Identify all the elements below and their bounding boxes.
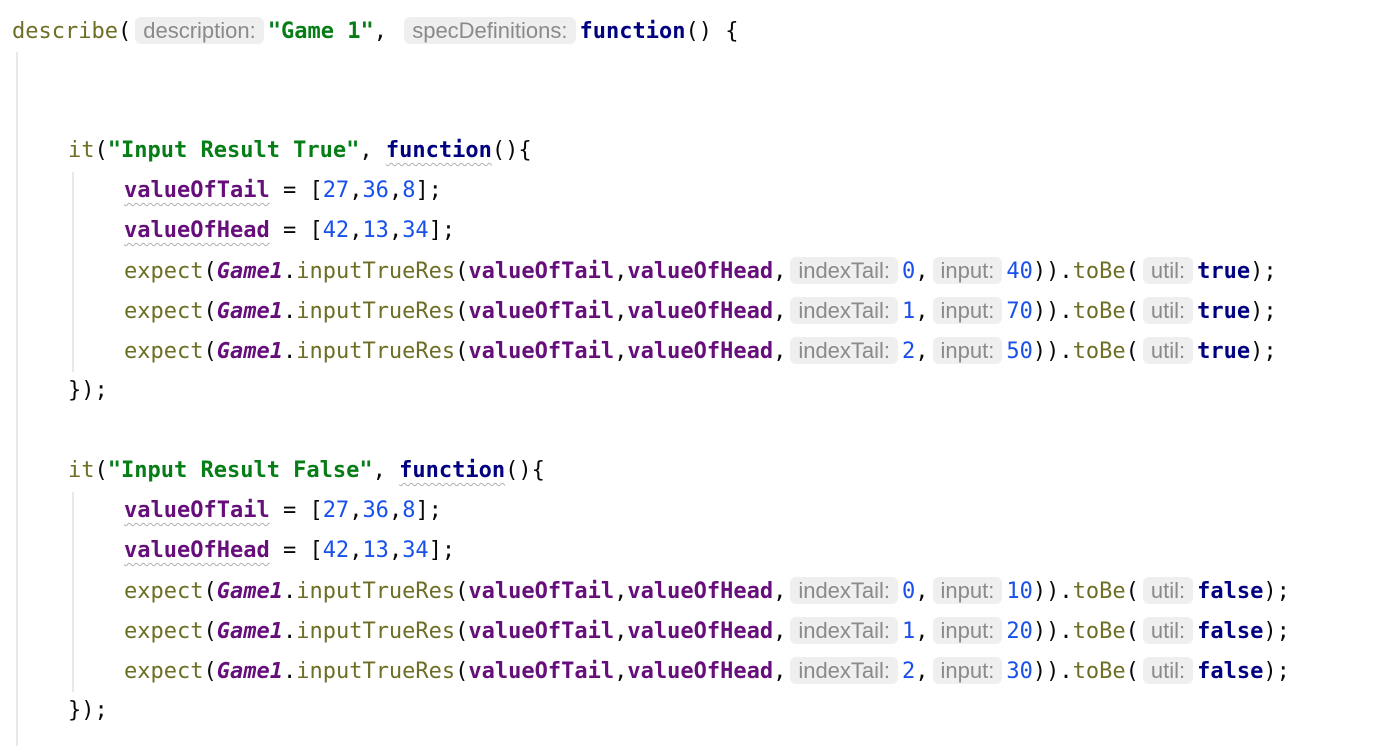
param-hint-util: util: — [1142, 297, 1194, 324]
param-hint-util: util: — [1142, 617, 1194, 644]
param-hint-index-tail: indexTail: — [790, 297, 899, 324]
code-line-close: }); — [68, 378, 108, 403]
param-hint-input: input: — [932, 297, 1003, 324]
param-hint-index-tail: indexTail: — [790, 577, 899, 604]
param-hint-input: input: — [932, 337, 1003, 364]
code-line-close: }); — [68, 698, 108, 723]
param-hint-input: input: — [932, 577, 1003, 604]
code-line-describe: describe(description: "Game 1", specDefin… — [12, 17, 739, 44]
param-hint-index-tail: indexTail: — [790, 657, 899, 684]
describe-name: "Game 1" — [267, 19, 374, 44]
param-hint-util: util: — [1142, 257, 1194, 284]
code-line-expect: expect(Game1.inputTrueRes(valueOfTail,va… — [124, 617, 1290, 644]
code-line-head-assign: valueOfHead = [42,13,34]; — [124, 538, 456, 563]
it-call: it — [68, 458, 95, 483]
param-hint-util: util: — [1142, 337, 1194, 364]
param-hint-index-tail: indexTail: — [790, 617, 899, 644]
spec-name: "Input Result False" — [107, 458, 373, 483]
param-hint-input: input: — [932, 617, 1003, 644]
indent-guide — [16, 52, 18, 746]
indent-guide — [72, 172, 74, 372]
code-line-tail-assign: valueOfTail = [27,36,8]; — [124, 178, 442, 203]
param-hint-util: util: — [1142, 577, 1194, 604]
param-hint-index-tail: indexTail: — [790, 257, 899, 284]
spec-name: "Input Result True" — [107, 138, 360, 163]
param-hint-spec-definitions: specDefinitions: — [404, 17, 576, 44]
code-line-expect: expect(Game1.inputTrueRes(valueOfTail,va… — [124, 337, 1277, 364]
code-line-expect: expect(Game1.inputTrueRes(valueOfTail,va… — [124, 257, 1277, 284]
param-hint-input: input: — [932, 257, 1003, 284]
code-editor[interactable]: describe(description: "Game 1", specDefin… — [0, 0, 1400, 746]
variable-value-of-head: valueOfHead — [124, 538, 270, 563]
variable-value-of-tail: valueOfTail — [124, 498, 270, 523]
code-line-head-assign: valueOfHead = [42,13,34]; — [124, 218, 456, 243]
code-line-it-false: it("Input Result False", function(){ — [68, 458, 545, 483]
function-keyword: function — [399, 458, 506, 483]
param-hint-util: util: — [1142, 657, 1194, 684]
indent-guide — [72, 492, 74, 692]
function-keyword: function — [579, 19, 686, 44]
code-line-expect: expect(Game1.inputTrueRes(valueOfTail,va… — [124, 657, 1290, 684]
variable-value-of-head: valueOfHead — [124, 218, 270, 243]
variable-value-of-tail: valueOfTail — [124, 178, 270, 203]
param-hint-description: description: — [135, 17, 264, 44]
param-hint-index-tail: indexTail: — [790, 337, 899, 364]
param-hint-input: input: — [932, 657, 1003, 684]
code-line-it-true: it("Input Result True", function(){ — [68, 138, 532, 163]
function-keyword: function — [385, 138, 492, 163]
describe-call: describe — [12, 19, 118, 44]
it-call: it — [68, 138, 95, 163]
code-line-expect: expect(Game1.inputTrueRes(valueOfTail,va… — [124, 297, 1277, 324]
code-line-expect: expect(Game1.inputTrueRes(valueOfTail,va… — [124, 577, 1290, 604]
code-line-tail-assign: valueOfTail = [27,36,8]; — [124, 498, 442, 523]
